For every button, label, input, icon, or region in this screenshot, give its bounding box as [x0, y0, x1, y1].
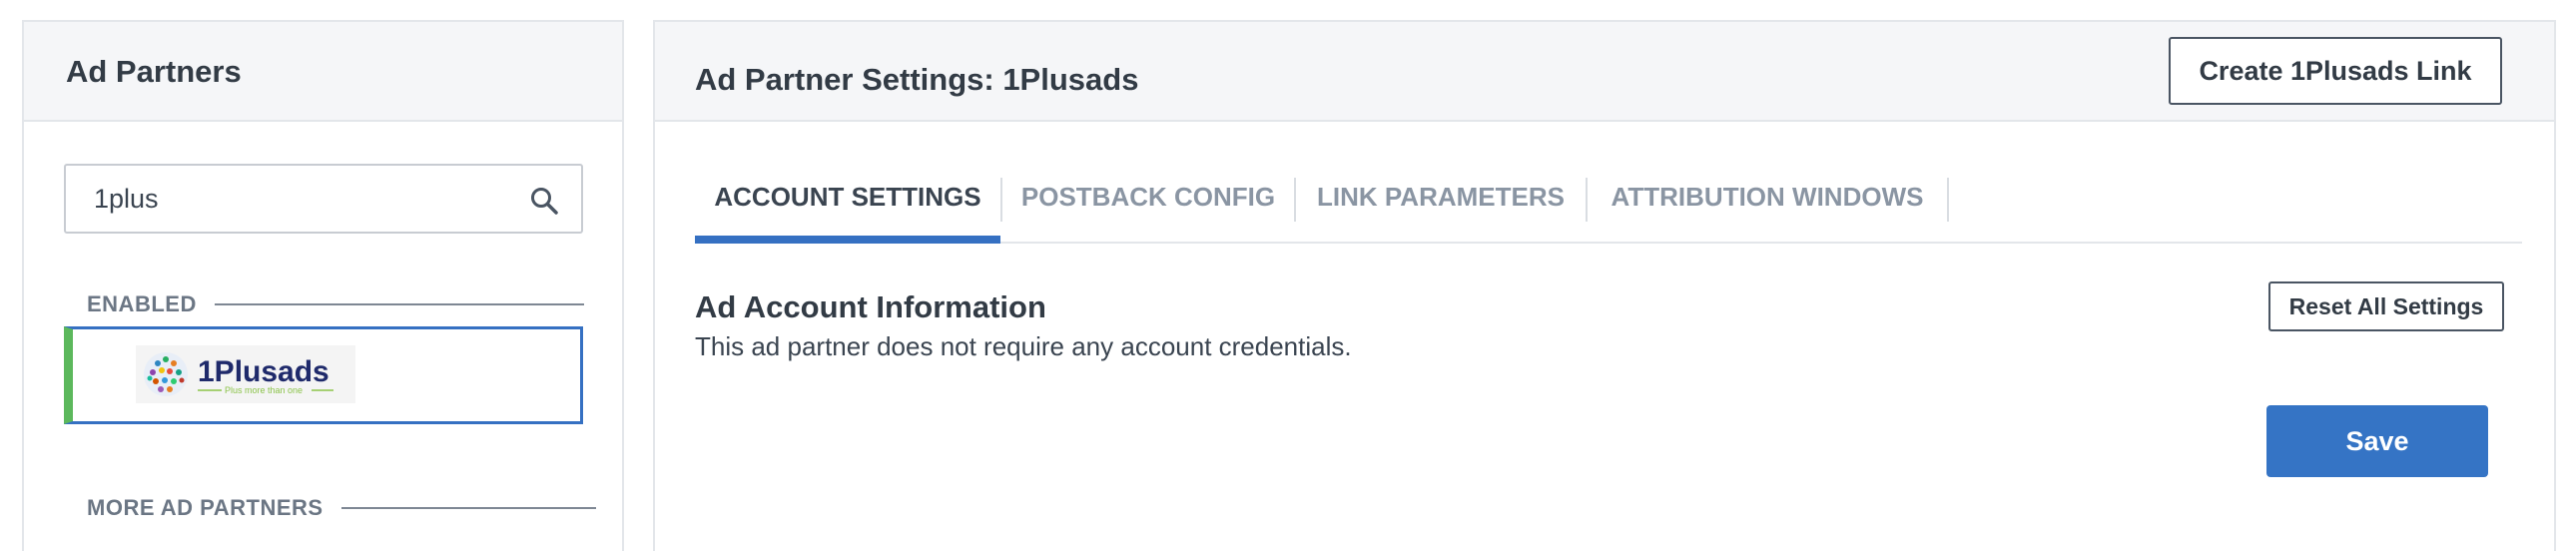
1plusads-logo: 1Plusads Plus more than one — [136, 345, 355, 403]
more-partners-section-label: MORE AD PARTNERS — [87, 495, 596, 521]
ad-partners-header: Ad Partners — [24, 22, 622, 122]
tab-attribution-windows[interactable]: ATTRIBUTION WINDOWS — [1588, 162, 1947, 242]
partner-settings-header: Ad Partner Settings: 1Plusads Create 1Pl… — [655, 22, 2554, 122]
partner-search-box[interactable] — [64, 164, 583, 234]
page-title: Ad Partner Settings: 1Plusads — [695, 62, 1139, 97]
account-info-description: This ad partner does not require any acc… — [695, 331, 1352, 361]
ad-partners-panel: Ad Partners ENABLED — [22, 20, 624, 551]
tab-link-parameters[interactable]: LINK PARAMETERS — [1296, 162, 1586, 242]
more-partners-divider — [340, 507, 596, 509]
ad-partners-title: Ad Partners — [66, 54, 242, 89]
1plusads-logo-tagline: Plus more than one — [225, 385, 303, 395]
more-partners-label-text: MORE AD PARTNERS — [87, 495, 323, 520]
save-button[interactable]: Save — [2266, 405, 2488, 477]
1plusads-logo-text: 1Plusads — [198, 355, 329, 388]
partner-search-input[interactable] — [94, 166, 533, 232]
search-icon[interactable] — [529, 186, 559, 216]
enabled-divider — [214, 303, 584, 305]
tab-postback-config[interactable]: POSTBACK CONFIG — [1002, 162, 1294, 242]
enabled-section-label: ENABLED — [87, 291, 584, 317]
reset-settings-button[interactable]: Reset All Settings — [2268, 281, 2504, 331]
enabled-label-text: ENABLED — [87, 291, 197, 316]
account-info-heading: Ad Account Information — [695, 289, 1046, 324]
settings-tabs: ACCOUNT SETTINGS POSTBACK CONFIG LINK PA… — [695, 162, 2522, 244]
create-link-button[interactable]: Create 1Plusads Link — [2169, 37, 2502, 105]
tab-divider — [1947, 178, 1949, 222]
tab-account-settings[interactable]: ACCOUNT SETTINGS — [695, 162, 1000, 244]
partner-settings-panel: Ad Partner Settings: 1Plusads Create 1Pl… — [653, 20, 2556, 551]
1plusads-logo-graphic: 1Plusads Plus more than one — [136, 345, 355, 403]
partner-card-1plusads[interactable]: 1Plusads Plus more than one — [64, 326, 583, 424]
